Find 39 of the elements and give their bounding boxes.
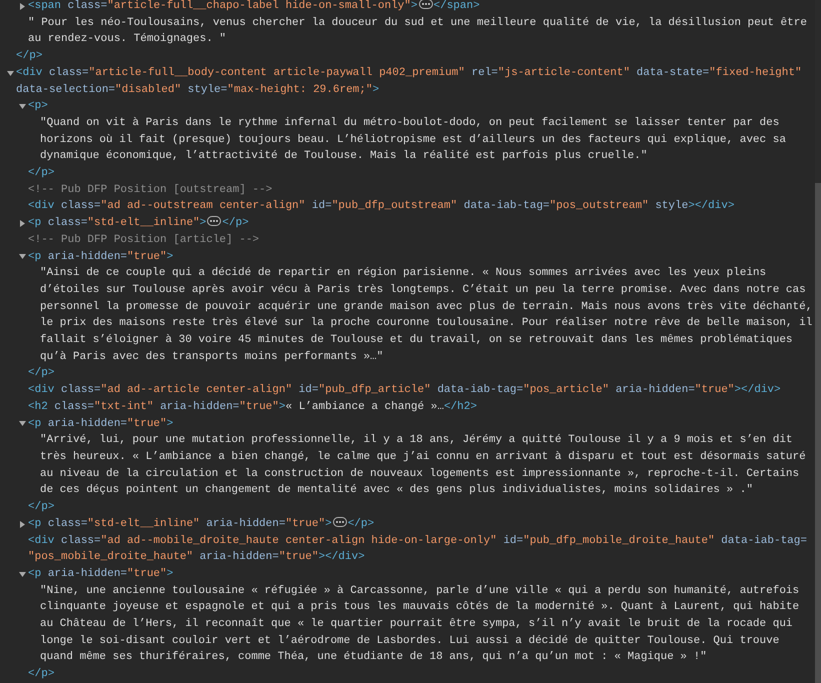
scrollbar-thumb[interactable] — [815, 183, 821, 683]
node-text: "Ainsi de ce couple qui a décidé de repartir en région parisienne. « Nous sommes arrivées avec les yeux pleins d’étoiles sur Toulouse après avoir vécu à Paris très longtemps. C’était un peu la terre promise. Avec dans notre cas personnel la promesse de pouvoir acquérir une grande maison avec plus de terrain. Mais nous avons très vite déchanté, le prix des maisons reste très élevé sur la proche couronne toulousaine. Pour réaliser notre rêve de belle maison, il fallait s’éloigner à 30 voire 45 minutes de Toulouse et du travail, on se retrouvait dans les mêmes problématiques qu’à Paris avec des transports moins performants »…" — [40, 266, 814, 365]
disclosure-triangle-icon[interactable] — [18, 420, 26, 428]
closing-tag[interactable]: </p> — [16, 50, 42, 62]
closing-tag[interactable]: </p> — [222, 217, 249, 230]
element-tag[interactable]: <div class="ad ad--mobile_droite_haute center-align hide-on-large-only" id="pub_dfp_mobile_droite_haute" data-iab-tag="pos_mobile_droite_haute" aria-hidden="true"></div> — [28, 532, 815, 566]
element-tag[interactable]: <span class="article-full__chapo-label hide-on-small-only"> — [28, 0, 418, 12]
closing-tag[interactable]: </p> — [28, 501, 54, 514]
ellipsis-icon[interactable] — [418, 0, 432, 9]
disclosure-triangle-icon[interactable] — [18, 220, 26, 227]
ellipsis-icon[interactable] — [207, 216, 222, 226]
element-tag[interactable]: <p aria-hidden="true"> — [28, 416, 815, 432]
closing-tag[interactable]: </p> — [28, 367, 54, 380]
disclosure-triangle-icon[interactable] — [18, 520, 26, 528]
disclosure-triangle-icon[interactable] — [18, 253, 26, 260]
element-tag[interactable]: <p aria-hidden="true"> — [28, 566, 815, 583]
html-comment: <!-- Pub DFP Position [outstream] --> — [28, 184, 272, 196]
disclosure-triangle-icon[interactable] — [18, 2, 26, 10]
disclosure-triangle-icon[interactable] — [6, 70, 14, 77]
html-comment: <!-- Pub DFP Position [article] --> — [28, 234, 260, 246]
element-tag[interactable]: <div class="ad ad--article center-align" id="pub_dfp_article" data-iab-tag="pos_article" aria-hidden="true"></div> — [28, 382, 815, 399]
element-tag[interactable]: <div class="article-full__body-content article-paywall p402_premium" rel="js-article-content" data-state="fixed-height" data-selection="disabled" style="max-height: 29.6rem;"> — [16, 64, 815, 98]
element-tag[interactable]: <h2 class="txt-int" aria-hidden="true">« L’ambiance a changé »…</h2> — [28, 398, 815, 416]
element-tag[interactable]: <p> — [28, 98, 815, 115]
element-tag[interactable]: <p class="std-elt__inline"> — [28, 217, 206, 230]
element-tag[interactable]: <p aria-hidden="true"> — [28, 248, 815, 266]
element-tag[interactable]: <div class="ad ad--outstream center-align" id="pub_dfp_outstream" data-iab-tag="pos_outstream" style></div> — [28, 198, 815, 216]
node-text: "Arrivé, lui, pour une mutation professionnelle, il y a 18 ans, Jérémy a quitté Toulouse il y a 9 mois et s’en dit très heureux. « L’ambiance a bien changé, le calme que j’ai connu en arrivant à disparu et tout est désormais saturé au niveau de la circulation et la construction de nouveaux logements est impressionnante », reproche-t-il. Certains de ces déçus pointent un changement de mentalité avec « des gens plus individualistes, moins solidaires » ." — [40, 433, 807, 498]
element-tag[interactable]: <p class="std-elt__inline" aria-hidden="true"> — [28, 518, 332, 530]
node-text: "Quand on vit à Paris dans le rythme infernal du métro-boulot-dodo, on peut facilement se laisser tenter par des horizons où il fait (presque) toujours beau. L’héliotropisme est d’ailleurs un des facteurs qui explique, avec sa dynamique économique, l’attractivité de Toulouse. Mais la réalité est parfois plus cruelle." — [40, 116, 787, 164]
ellipsis-icon[interactable] — [332, 516, 347, 527]
closing-tag[interactable]: </span> — [434, 0, 480, 12]
closing-tag[interactable]: </p> — [348, 518, 374, 530]
closing-tag[interactable]: </p> — [28, 668, 54, 680]
closing-tag[interactable]: </p> — [28, 167, 54, 180]
node-text: "Nine, une ancienne toulousaine « réfugiée » à Carcassonne, parle d’une ville « qui a perdu son humanité, autrefois clinquante joyeuse et espagnole et qui a pris tous les mauvais côtés de la modernité ». Quant à Laurent, qui habite au Château de l’Hers, il reconnaît que « le quartier pourrait être sympa, s’il n’y avait le bruit de la rocade qui longe le soi-disant couloir vert et l’aérodrome de Lasbordes. Lui aussi a décidé de quitter Toulouse. Qui trouve quand même ses thuriféraires, comme Théa, une étudiante de 18 ans, qui n’a qu’un mot : « Magique » !" — [40, 584, 800, 666]
node-text: " Pour les néo-Toulousains, venus chercher la douceur du sud et une meilleure qualité de vie, la désillusion peut être au rendez-vous. Témoignages. " — [28, 16, 808, 48]
disclosure-triangle-icon[interactable] — [18, 570, 26, 578]
disclosure-triangle-icon[interactable] — [18, 103, 26, 110]
